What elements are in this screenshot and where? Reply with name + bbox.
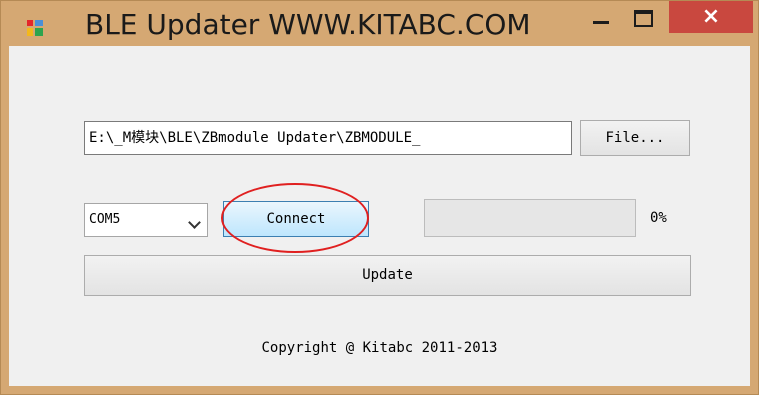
maximize-icon bbox=[634, 10, 653, 27]
connect-button[interactable]: Connect bbox=[223, 201, 369, 237]
app-window-icon bbox=[27, 20, 43, 36]
copyright-text: Copyright @ Kitabc 2011-2013 bbox=[261, 340, 498, 356]
com-port-select[interactable]: COM5 bbox=[84, 203, 208, 237]
com-port-value: COM5 bbox=[89, 212, 121, 227]
maximize-button[interactable] bbox=[624, 1, 666, 37]
progress-bar bbox=[424, 199, 636, 237]
close-button[interactable]: × bbox=[669, 1, 753, 33]
file-path-field[interactable]: E:\_M模块\BLE\ZBmodule Updater\ZBMODULE_ bbox=[84, 121, 572, 155]
client-area: E:\_M模块\BLE\ZBmodule Updater\ZBMODULE_ F… bbox=[9, 46, 750, 386]
chevron-down-icon[interactable] bbox=[188, 216, 201, 229]
minimize-button[interactable] bbox=[583, 1, 621, 37]
window-title: BLE Updater WWW.KITABC.COM bbox=[85, 8, 531, 41]
minimize-icon bbox=[593, 21, 609, 24]
close-icon: × bbox=[701, 4, 721, 29]
title-bar[interactable]: BLE Updater WWW.KITABC.COM × bbox=[1, 1, 758, 46]
app-window: BLE Updater WWW.KITABC.COM × E:\_M模块\BLE… bbox=[0, 0, 759, 395]
update-button[interactable]: Update bbox=[84, 255, 691, 296]
file-browse-button[interactable]: File... bbox=[580, 120, 690, 156]
progress-percent: 0% bbox=[650, 210, 667, 226]
